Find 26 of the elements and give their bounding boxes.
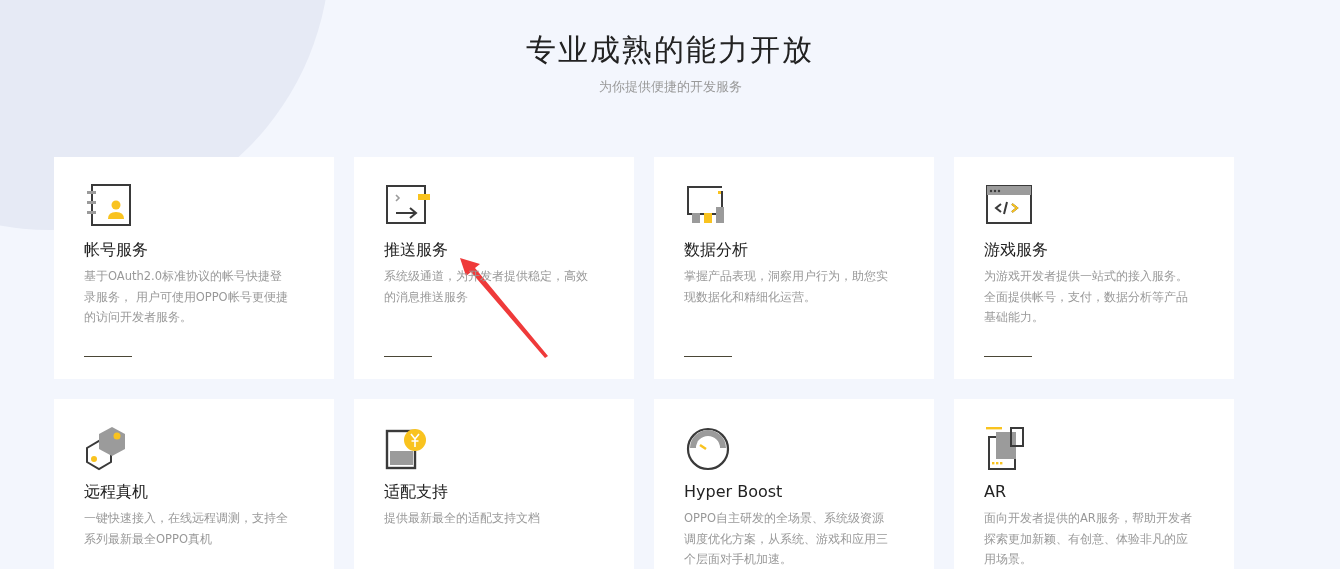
section-title: 专业成熟的能力开放 — [525, 31, 815, 69]
card-description: 一键快速接入，在线远程调测，支持全系列最新最全OPPO真机 — [84, 510, 289, 548]
section-subtitle: 为你提供便捷的开发服务 — [597, 78, 743, 96]
service-card[interactable]: 数据分析 掌握产品表现，洞察用户行为，助您实现数据化和精细化运营。 — [654, 157, 934, 379]
card-title: 适配支持 — [384, 481, 449, 503]
card-title: Hyper Boost — [684, 481, 784, 503]
card-title: AR — [984, 481, 1008, 503]
gauge-icon — [684, 425, 732, 471]
card-description: 提供最新最全的适配支持文档 — [384, 510, 541, 527]
card-title: 推送服务 — [384, 239, 449, 261]
card-title: 帐号服务 — [84, 239, 149, 261]
service-card[interactable]: AR 面向开发者提供的AR服务，帮助开发者探索更加新颖、有创意、体验非凡的应用场景。 — [954, 399, 1234, 569]
card-description: 基于OAuth2.0标准协议的帐号快捷登录服务， 用户可使用OPPO帐号更便捷的访问开发者服务。 — [84, 268, 289, 326]
service-card[interactable]: 适配支持 提供最新最全的适配支持文档 — [354, 399, 634, 569]
card-description: 掌握产品表现，洞察用户行为，助您实现数据化和精细化运营。 — [684, 268, 889, 306]
card-title: 游戏服务 — [984, 239, 1049, 261]
service-card[interactable]: 游戏服务 为游戏开发者提供一站式的接入服务。全面提供帐号，支付，数据分析等产品基础能力。 — [954, 157, 1234, 379]
service-card[interactable]: 帐号服务 基于OAuth2.0标准协议的帐号快捷登录服务， 用户可使用OPPO帐号更便捷的访问开发者服务。 — [54, 157, 334, 379]
card-title: 远程真机 — [84, 481, 149, 503]
service-card[interactable]: 远程真机 一键快速接入，在线远程调测，支持全系列最新最全OPPO真机 — [54, 399, 334, 569]
card-description: 面向开发者提供的AR服务，帮助开发者探索更加新颖、有创意、体验非凡的应用场景。 — [984, 510, 1193, 568]
card-description: 为游戏开发者提供一站式的接入服务。全面提供帐号，支付，数据分析等产品基础能力。 — [984, 268, 1189, 326]
service-card[interactable]: Hyper Boost OPPO自主研发的全场景、系统级资源调度优化方案，从系统、游戏和应用三个层面对手机加速。 — [654, 399, 934, 569]
card-description: OPPO自主研发的全场景、系统级资源调度优化方案，从系统、游戏和应用三个层面对手机加速。 — [684, 510, 889, 568]
contact-book-icon — [84, 183, 132, 229]
card-title: 数据分析 — [684, 239, 749, 261]
